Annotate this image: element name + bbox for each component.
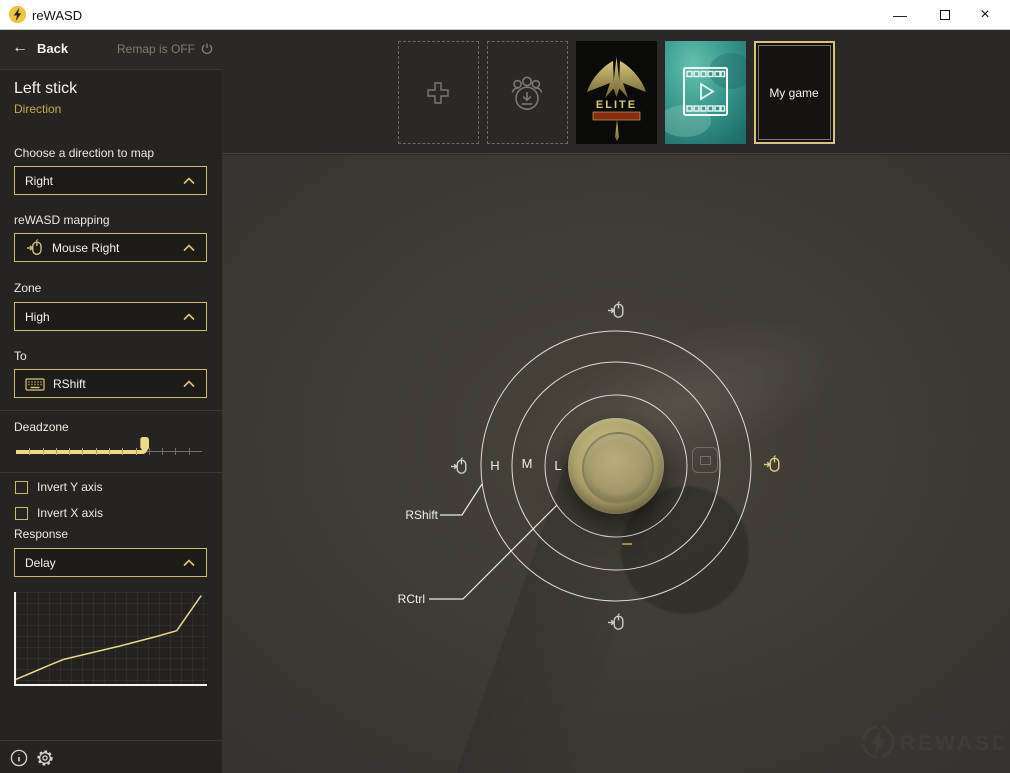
remap-toggle[interactable]: Remap is OFF (117, 42, 214, 56)
invert-x-label: Invert X axis (37, 506, 104, 520)
elite-dangerous-art: ELITE (575, 41, 657, 144)
slider-tick (175, 448, 177, 455)
mapping-value: Mouse Right (52, 240, 120, 255)
rshift-callout-label: RShift (405, 508, 438, 522)
checkbox-icon (15, 480, 28, 494)
slider-tick (188, 448, 190, 455)
rewasd-watermark: REWASD (861, 725, 1003, 759)
community-import-icon (511, 76, 543, 110)
mapping-dropdown[interactable]: Mouse Right (14, 233, 207, 262)
mouse-left-icon[interactable] (449, 456, 469, 476)
deadzone-label: Deadzone (14, 420, 69, 434)
rshift-callout-line (440, 483, 483, 516)
power-icon (200, 42, 214, 56)
chevron-up-icon (182, 244, 196, 252)
chevron-up-icon (182, 380, 196, 388)
plus-icon (427, 81, 449, 104)
response-curve-chart (14, 592, 207, 686)
direction-value: Right (25, 173, 54, 188)
close-button[interactable]: × (965, 0, 1005, 30)
slider-tick (148, 448, 150, 455)
slider-tick (135, 448, 137, 455)
main-region: ELITE My game H M L RShift RCtrl REWASD (222, 30, 1010, 773)
invert-y-checkbox[interactable]: Invert Y axis (15, 480, 103, 494)
invert-y-label: Invert Y axis (37, 480, 103, 494)
keyboard-icon (25, 376, 45, 392)
checkbox-icon (15, 506, 28, 520)
divider (0, 472, 222, 473)
response-value: Delay (25, 555, 56, 570)
chevron-up-icon (182, 559, 196, 567)
chevron-up-icon (182, 177, 196, 185)
mouse-right-icon (25, 238, 44, 257)
video-preset-art (664, 41, 746, 144)
response-dropdown[interactable]: Delay (14, 548, 207, 577)
add-profile-tile[interactable] (397, 41, 479, 144)
slider-tick (69, 448, 71, 455)
slider-tick (42, 448, 44, 455)
rctrl-callout-line (429, 504, 558, 600)
zone-value: High (25, 309, 50, 324)
slider-tick (95, 448, 97, 455)
divider (0, 410, 222, 411)
my-game-tile[interactable]: My game (753, 41, 835, 144)
slider-tick (29, 448, 31, 455)
info-button[interactable] (10, 749, 28, 767)
elite-dangerous-tile[interactable]: ELITE (575, 41, 657, 144)
titlebar: reWASD — × (0, 0, 1010, 30)
divider (0, 740, 222, 741)
panel-nav: ← Back Remap is OFF (0, 30, 222, 70)
zone-low-label[interactable]: L (548, 458, 568, 473)
import-config-tile[interactable] (486, 41, 568, 144)
back-label: Back (37, 40, 69, 56)
direction-dropdown[interactable]: Right (14, 166, 207, 195)
rewasd-window: reWASD — × ← Back Remap is OFF Left stic… (0, 0, 1010, 773)
page-subtitle: Direction (14, 102, 62, 116)
elite-title-text: ELITE (595, 99, 636, 111)
invert-x-checkbox[interactable]: Invert X axis (15, 506, 103, 520)
minimize-button[interactable]: — (880, 0, 920, 30)
video-preset-tile[interactable] (664, 41, 746, 144)
slider-tick (162, 448, 164, 455)
zone-field-label: Zone (14, 281, 42, 295)
profiles-strip: ELITE My game (222, 30, 1010, 154)
settings-gear-button[interactable] (36, 749, 54, 767)
rewasd-logo-icon (8, 5, 27, 24)
maximize-icon (940, 10, 950, 20)
left-stick-knob (568, 418, 664, 514)
to-field-label: To (14, 349, 27, 363)
back-arrow-icon: ← (12, 39, 28, 56)
back-button[interactable]: ← Back (12, 39, 68, 57)
direction-field-label: Choose a direction to map (14, 146, 155, 160)
zone-medium-label[interactable]: M (517, 456, 537, 471)
response-curve-line (16, 595, 202, 680)
my-game-label: My game (769, 85, 819, 100)
mapping-field-label: reWASD mapping (14, 213, 110, 227)
slider-tick (55, 448, 57, 455)
mouse-down-icon[interactable] (606, 612, 626, 632)
deadzone-slider[interactable] (16, 437, 202, 459)
mouse-right-icon-active[interactable] (762, 454, 782, 474)
window-title: reWASD (32, 8, 83, 23)
slider-tick (109, 448, 110, 455)
slider-tick (82, 448, 84, 455)
rctrl-callout-label: RCtrl (397, 592, 425, 606)
zone-dropdown[interactable]: High (14, 302, 207, 331)
to-dropdown[interactable]: RShift (14, 369, 207, 398)
remap-status-label: Remap is OFF (116, 42, 195, 56)
mouse-up-icon[interactable] (606, 300, 626, 320)
response-field-label: Response (14, 527, 69, 541)
slider-tick (122, 448, 124, 455)
zone-high-label[interactable]: H (485, 458, 505, 473)
to-value: RShift (53, 376, 86, 391)
chevron-up-icon (182, 313, 196, 321)
left-panel: ← Back Remap is OFF Left stick Direction… (0, 30, 222, 773)
stick-visualization: H M L RShift RCtrl REWASD (222, 155, 1010, 773)
slider-fill (16, 450, 145, 454)
page-title: Left stick (14, 80, 78, 97)
watermark-text: REWASD (900, 732, 1003, 755)
maximize-button[interactable] (925, 0, 965, 30)
